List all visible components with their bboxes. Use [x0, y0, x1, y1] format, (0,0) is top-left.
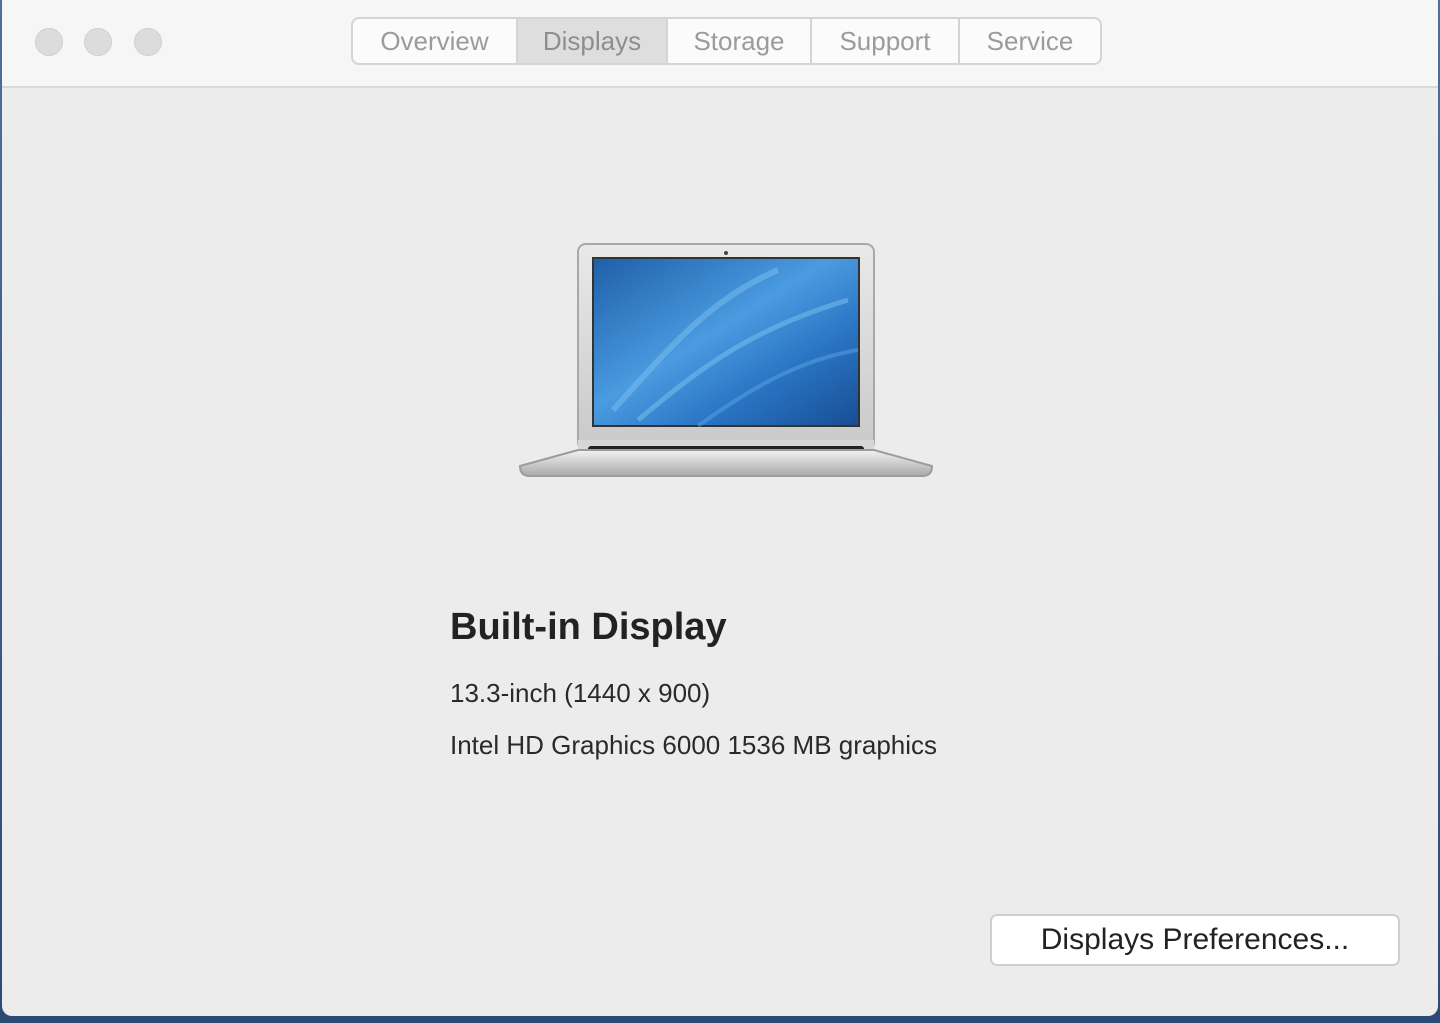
tab-displays[interactable]: Displays: [518, 19, 668, 63]
display-name: Built-in Display: [450, 606, 727, 648]
about-this-mac-window: Overview Displays Storage Support Servic…: [2, 0, 1438, 1016]
display-graphics: Intel HD Graphics 6000 1536 MB graphics: [450, 730, 938, 760]
display-info: Built-in Display 13.3-inch (1440 x 900) …: [450, 606, 937, 760]
displays-preferences-button[interactable]: Displays Preferences...: [990, 914, 1400, 966]
tab-bar: Overview Displays Storage Support Servic…: [351, 17, 1102, 65]
title-bar: Overview Displays Storage Support Servic…: [2, 0, 1438, 88]
zoom-button[interactable]: [134, 28, 162, 56]
laptop-icon: [518, 240, 934, 490]
tab-overview[interactable]: Overview: [353, 19, 518, 63]
tab-support[interactable]: Support: [812, 19, 960, 63]
display-size: 13.3-inch (1440 x 900): [450, 678, 711, 708]
tab-service[interactable]: Service: [960, 19, 1100, 63]
close-button[interactable]: [35, 28, 63, 56]
tab-storage[interactable]: Storage: [668, 19, 812, 63]
minimize-button[interactable]: [84, 28, 112, 56]
